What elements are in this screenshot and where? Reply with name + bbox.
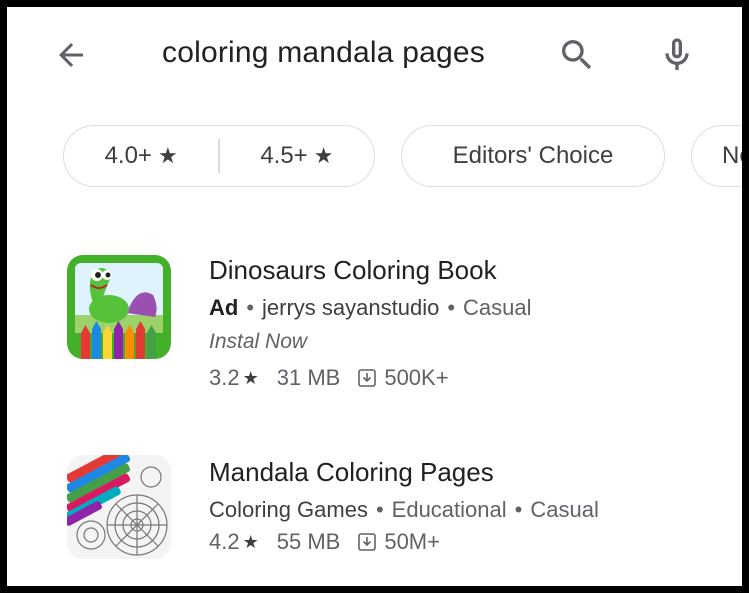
download-icon — [358, 533, 377, 551]
editors-choice-chip[interactable]: Editors' Choice — [401, 125, 665, 187]
partial-filter-chip[interactable]: Ne — [691, 125, 742, 187]
app-downloads: 50M+ — [384, 529, 440, 554]
app-rating: 4.2 — [209, 529, 240, 554]
dinosaur-app-icon — [67, 255, 171, 359]
app-developer: Coloring Games — [209, 497, 368, 522]
filter-chips: 4.0+ ★ 4.5+ ★ Editors' Choice Ne — [63, 125, 742, 191]
rating-filter-group: 4.0+ ★ 4.5+ ★ — [63, 125, 375, 187]
app-list-item[interactable]: Dinosaurs Coloring Book Ad • jerrys sayans… — [7, 245, 742, 415]
search-bar: coloring mandala pages — [7, 7, 742, 97]
separator-dot: • — [375, 497, 384, 522]
app-category: Casual — [463, 295, 532, 320]
arrow-back-icon — [59, 43, 83, 67]
rating-4-5-label: 4.5+ — [260, 142, 308, 169]
app-stats: 3.2 ★ 31 MB 500K+ — [209, 363, 739, 393]
app-downloads: 500K+ — [384, 365, 449, 390]
mic-icon — [665, 38, 689, 70]
star-icon: ★ — [242, 368, 259, 388]
app-meta: Ad • jerrys sayanstudio • Casual — [209, 293, 739, 323]
partial-filter-label: Ne — [722, 142, 742, 169]
app-size: 55 MB — [276, 529, 341, 554]
search-icon — [562, 40, 592, 70]
rating-4-5-chip[interactable]: 4.5+ ★ — [220, 126, 374, 186]
app-meta: Coloring Games • Educational • Casual — [209, 495, 739, 525]
app-info: Dinosaurs Coloring Book Ad • jerrys sayans… — [209, 253, 739, 393]
editors-choice-label: Editors' Choice — [452, 142, 614, 169]
star-icon: ★ — [242, 532, 259, 552]
screen: coloring mandala pages 4.0+ ★ 4.5+ ★ Edi… — [7, 7, 742, 586]
separator-dot: • — [246, 295, 255, 320]
app-stats: 4.2 ★ 55 MB 50M+ — [209, 527, 739, 557]
app-list-item[interactable]: Mandala Coloring Pages Coloring Games • Ed… — [7, 447, 742, 586]
app-info: Mandala Coloring Pages Coloring Games • Ed… — [209, 455, 739, 557]
mandala-app-icon — [67, 455, 171, 559]
app-size: 31 MB — [276, 365, 341, 390]
app-developer: jerrys sayanstudio — [262, 295, 440, 320]
star-icon: ★ — [157, 143, 178, 168]
voice-search-button[interactable] — [653, 29, 701, 81]
rating-4-0-chip[interactable]: 4.0+ ★ — [64, 126, 218, 186]
rating-4-0-label: 4.0+ — [104, 142, 152, 169]
app-title: Mandala Coloring Pages — [209, 457, 494, 487]
star-icon: ★ — [313, 143, 334, 168]
app-category-secondary: Casual — [530, 497, 599, 522]
app-rating: 3.2 — [209, 365, 240, 390]
app-category: Educational — [391, 497, 507, 522]
back-button[interactable] — [47, 31, 95, 79]
search-query[interactable]: coloring mandala pages — [162, 33, 485, 73]
app-tagline: Instal Now — [209, 330, 308, 353]
ad-badge: Ad — [209, 295, 239, 320]
download-icon — [358, 369, 377, 387]
app-title: Dinosaurs Coloring Book — [209, 255, 497, 285]
separator-dot: • — [447, 295, 456, 320]
separator-dot: • — [514, 497, 523, 522]
search-button[interactable] — [553, 31, 601, 79]
